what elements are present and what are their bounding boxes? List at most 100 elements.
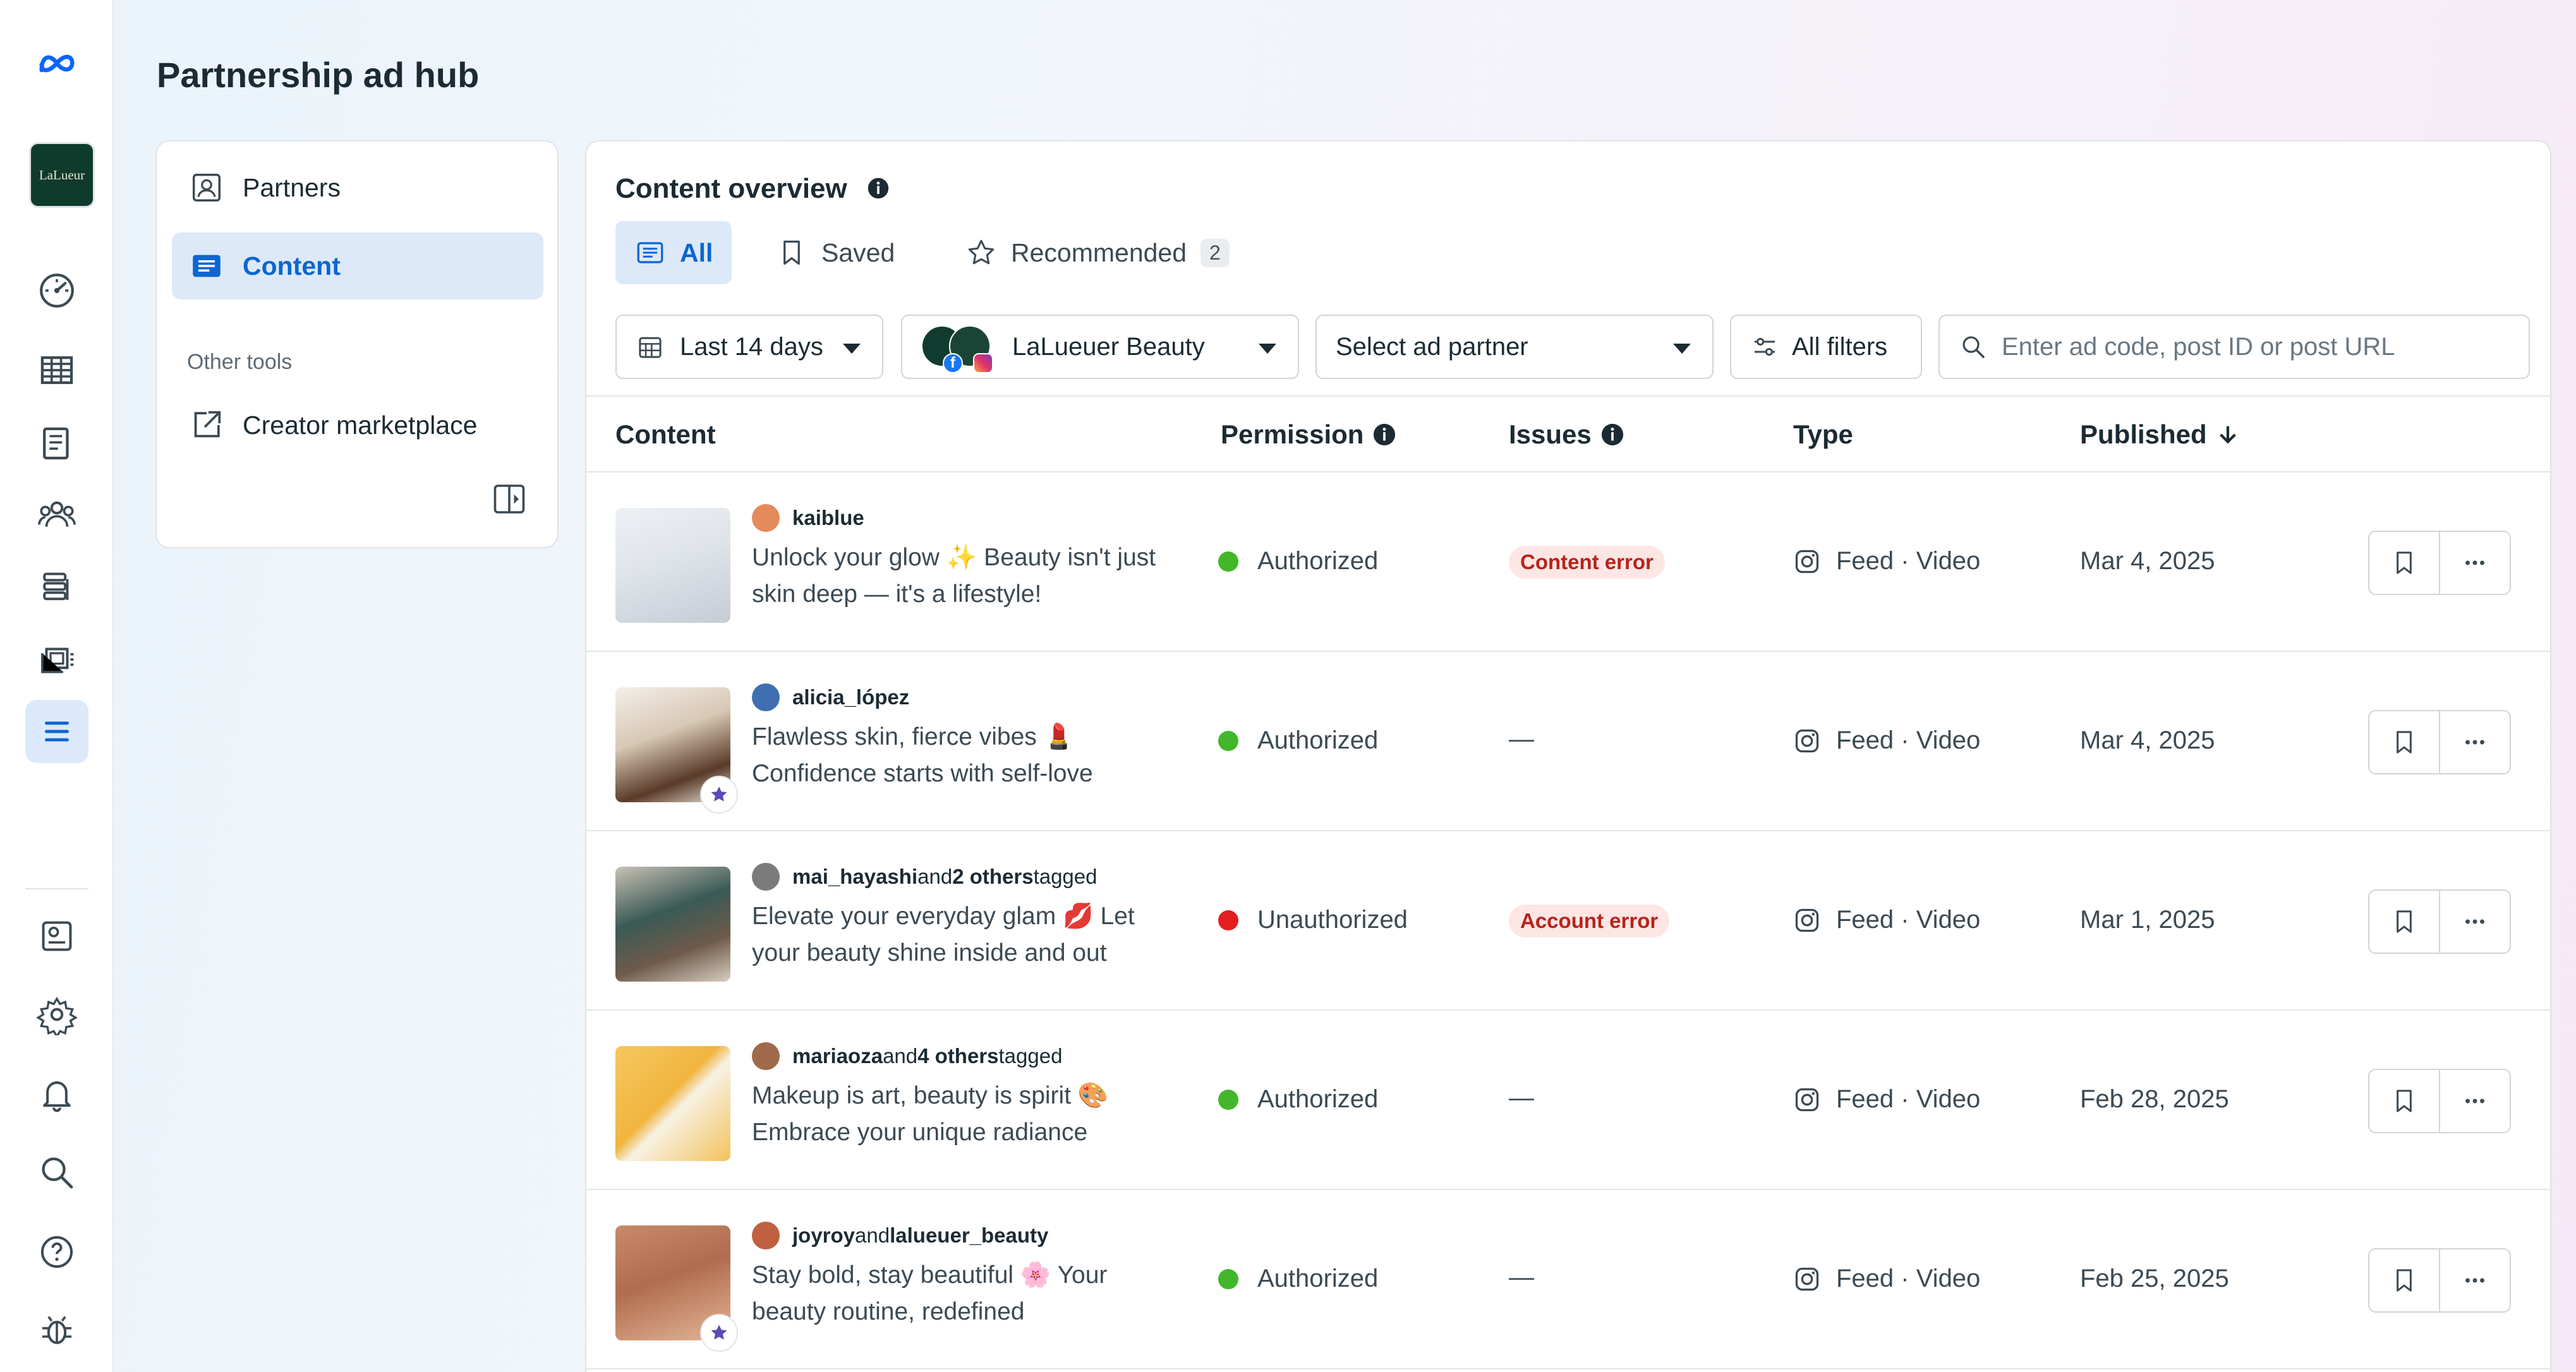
column-header-permission[interactable]: Permission [1221,419,1396,450]
column-header-content[interactable]: Content [615,419,716,450]
more-options-button[interactable] [2439,531,2511,595]
more-options-button[interactable] [2439,710,2511,774]
table-row[interactable]: mai_hayashi and 2 others tagged Elevate … [586,831,2550,1011]
instagram-icon [1795,1267,1819,1291]
table-row[interactable]: joyroy and lalueuer_beauty Stay bold, st… [586,1190,2550,1369]
more-options-button[interactable] [2439,889,2511,954]
dashboard-icon[interactable] [25,259,88,322]
info-icon[interactable] [1372,423,1396,447]
more-dots-icon [2465,560,2484,565]
tagged-connector: and [883,1044,918,1068]
instagram-icon [1795,908,1819,932]
bookmark-icon [2397,551,2412,574]
creator-handle[interactable]: alicia_lópez [792,685,909,709]
status-dot [1218,1089,1238,1110]
tab-saved[interactable]: Saved [757,221,914,284]
notifications-icon[interactable] [25,1062,88,1126]
table-row[interactable]: kaiblue Unlock your glow ✨ Beauty isn't … [586,472,2550,652]
help-icon[interactable] [25,1220,88,1284]
creator-handle[interactable]: joyroy [792,1224,855,1248]
content-caption: Flawless skin, fierce vibes 💄 Confidence… [752,723,1093,787]
content-type-label: Feed · Video [1836,906,1981,934]
nav-label-creator-marketplace: Creator marketplace [243,410,478,440]
content-thumbnail[interactable] [615,508,730,623]
filter-sliders-icon [1754,337,1775,356]
tagged-others[interactable]: 2 others [952,865,1033,889]
info-icon[interactable] [1600,423,1624,447]
save-button[interactable] [2368,531,2440,595]
save-button[interactable] [2368,710,2440,774]
more-options-button[interactable] [2439,1248,2511,1313]
side-nav-card: Partners Content Other tools Creator mar… [155,140,559,548]
search-input[interactable]: Enter ad code, post ID or post URL [1938,315,2530,379]
nav-item-content[interactable]: Content [172,232,543,299]
bug-report-icon[interactable] [25,1299,88,1362]
chevron-down-icon [843,344,861,354]
content-list-icon[interactable] [25,700,88,763]
published-date: Feb 28, 2025 [2080,1085,2229,1113]
column-header-published[interactable]: Published [2080,419,2240,450]
table-row[interactable]: alicia_lópez Flawless skin, fierce vibes… [586,652,2550,831]
published-date: Mar 1, 2025 [2080,906,2215,934]
settings-icon[interactable] [25,983,88,1046]
nav-item-partners[interactable]: Partners [172,154,543,221]
column-header-type[interactable]: Type [1793,419,1853,450]
permission-status: Unauthorized [1218,906,1408,934]
save-button[interactable] [2368,1248,2440,1313]
meta-logo-icon[interactable] [25,32,88,95]
creator-avatar [752,863,780,891]
bookmark-icon [2397,731,2412,754]
tagged-others[interactable]: 4 others [917,1044,998,1068]
nav-item-creator-marketplace[interactable]: Creator marketplace [172,392,543,459]
date-range-dropdown[interactable]: Last 14 days [615,315,883,379]
ad-partner-dropdown[interactable]: Select ad partner [1315,315,1714,379]
permission-status: Authorized [1218,547,1378,575]
info-icon[interactable] [867,177,890,200]
content-overview-card: Content overview All Saved Recommended 2… [585,140,2551,1372]
issue-badge: Account error [1509,905,1670,937]
content-type: Feed · Video [1793,547,1980,575]
star-icon [711,786,727,802]
database-icon[interactable] [25,556,88,619]
content-thumbnail[interactable] [615,867,730,982]
tab-recommended[interactable]: Recommended 2 [946,221,1249,284]
audience-icon[interactable] [25,483,88,546]
permission-status: Authorized [1218,1085,1378,1114]
content-type: Feed · Video [1793,726,1980,755]
status-dot [1218,551,1238,572]
column-header-issues[interactable]: Issues [1509,419,1624,450]
more-options-button[interactable] [2439,1069,2511,1133]
partners-icon [192,173,221,202]
creator-avatar [752,683,780,711]
search-icon[interactable] [25,1141,88,1204]
save-button[interactable] [2368,889,2440,954]
issue-empty: — [1509,1263,1534,1291]
save-button[interactable] [2368,1069,2440,1133]
instagram-icon [1795,1088,1819,1111]
all-filters-button[interactable]: All filters [1730,315,1922,379]
account-dropdown[interactable]: f LaLueuer Beauty [901,315,1299,379]
table-row[interactable]: mariaoza and 4 others tagged Makeup is a… [586,1011,2550,1190]
content-thumbnail[interactable] [615,1046,730,1161]
ad-preview-icon[interactable] [25,905,88,968]
table-icon[interactable] [25,339,88,402]
chevron-down-icon [1259,344,1276,354]
issue-empty: — [1509,725,1534,753]
content-caption: Makeup is art, beauty is spirit 🎨 Embrac… [752,1082,1109,1146]
creator-handle[interactable]: mai_hayashi [792,865,917,889]
pages-icon[interactable] [25,412,88,475]
bookmark-icon [783,240,800,265]
collapse-panel-icon[interactable] [490,480,528,518]
tagged-others[interactable]: lalueuer_beauty [890,1224,1048,1248]
facebook-icon: f [943,353,963,373]
creator-handle[interactable]: mariaoza [792,1044,883,1068]
content-author: kaiblue [752,504,864,532]
star-icon [968,239,995,265]
more-dots-icon [2465,740,2484,745]
tab-all[interactable]: All [615,221,732,284]
overview-title: Content overview [615,173,847,204]
calendar-icon [639,337,662,358]
brand-account-avatar[interactable]: LaLueur [29,142,95,208]
creator-handle[interactable]: kaiblue [792,506,864,530]
ads-library-icon[interactable] [25,628,88,691]
